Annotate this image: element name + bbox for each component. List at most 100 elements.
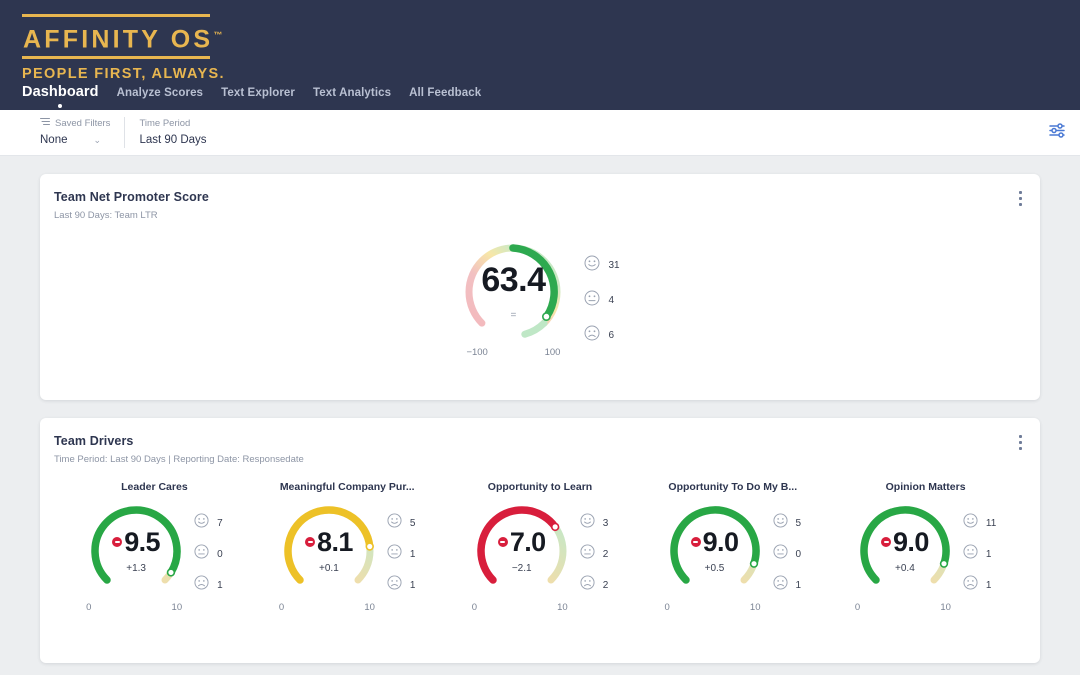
main-nav: Dashboard Analyze Scores Text Explorer T… (22, 84, 481, 108)
smile-face-icon (772, 513, 788, 533)
team-drivers-card: Team Drivers Time Period: Last 90 Days |… (40, 418, 1040, 663)
chevron-down-icon[interactable]: ⌄ (94, 132, 102, 148)
driver-sentiment-list: 11 1 1 (963, 501, 996, 595)
driver-scale-holder: 0 10 (279, 601, 379, 613)
driver-sentiment-row-2: 2 (580, 575, 609, 595)
nav-item-all-feedback-label: All Feedback (409, 87, 482, 99)
team-drivers-subtitle: Time Period: Last 90 Days | Reporting Da… (54, 454, 304, 465)
driver-gauge: 9.0 +0.4 (855, 501, 955, 601)
driver-scale-min: 0 (86, 602, 92, 613)
nps-gauge: 63.4 = (460, 239, 566, 345)
driver-sentiment-count: 7 (217, 517, 223, 529)
driver-sentiment-row-1: 2 (580, 544, 608, 564)
saved-filters-control[interactable]: Saved Filters None ⌄ (40, 117, 126, 148)
sentiment-count-neutral: 4 (608, 295, 614, 306)
smile-face-icon (584, 255, 600, 276)
driver-card-4[interactable]: Opinion Matters 9.0 +0.4 0 10 11 1 1 (829, 481, 1022, 613)
driver-sentiment-row-1: 0 (772, 544, 801, 564)
driver-sentiment-count: 0 (217, 548, 223, 560)
driver-scale-max: 10 (557, 602, 568, 613)
driver-gauge-block: 9.0 +0.4 0 10 (855, 501, 955, 613)
smile-face-icon (194, 513, 209, 533)
sliders-icon[interactable] (1048, 122, 1066, 143)
driver-title: Opportunity To Do My B... (668, 481, 798, 493)
driver-title: Meaningful Company Pur... (279, 481, 415, 493)
driver-sentiment-count: 1 (985, 548, 992, 560)
time-period-label-row: Time Period (139, 117, 206, 130)
nav-item-dashboard[interactable]: Dashboard (22, 84, 99, 108)
team-nps-title: Team Net Promoter Score (54, 190, 209, 204)
drivers-grid: Leader Cares 9.5 +1.3 0 10 7 0 1 Meaning… (40, 465, 1040, 613)
driver-gauge-svg (284, 506, 374, 584)
driver-scale-max: 10 (364, 602, 375, 613)
kebab-menu-icon[interactable] (1012, 432, 1028, 452)
driver-gauge-block: 9.0 +0.5 0 10 (665, 501, 765, 613)
driver-sentiment-row-2: 1 (772, 575, 802, 595)
driver-gauge: 9.0 +0.5 (665, 501, 765, 601)
trademark-symbol: ™ (213, 30, 223, 40)
driver-sentiment-count: 1 (409, 548, 416, 560)
driver-gauge: 9.5 +1.3 (86, 501, 186, 601)
driver-card-1[interactable]: Meaningful Company Pur... 8.1 +0.1 0 10 … (251, 481, 444, 613)
nps-sentiment-list: 31 4 6 (566, 239, 620, 346)
team-nps-card: Team Net Promoter Score Last 90 Days: Te… (40, 174, 1040, 400)
driver-scale-holder: 0 10 (855, 601, 955, 613)
driver-sentiment-count: 5 (409, 517, 416, 529)
time-period-label: Time Period (139, 118, 191, 129)
driver-scale-min: 0 (471, 602, 477, 613)
nps-gauge-block: 63.4 = −100 100 (460, 239, 566, 358)
driver-sentiment-row-1: 0 (194, 544, 223, 564)
sentiment-row-positive: 31 (584, 255, 620, 276)
time-period-control[interactable]: Time Period Last 90 Days (139, 117, 220, 148)
driver-gauge-block: 9.5 +1.3 0 10 (86, 501, 186, 613)
nav-item-dashboard-label: Dashboard (22, 84, 99, 100)
smile-face-icon (387, 513, 402, 533)
driver-scale: 0 10 (472, 602, 568, 613)
neutral-face-icon (963, 544, 978, 564)
driver-title: Opinion Matters (885, 481, 966, 493)
nav-item-analyze-scores[interactable]: Analyze Scores (117, 87, 203, 99)
nav-item-text-explorer[interactable]: Text Explorer (221, 87, 295, 99)
sentiment-count-negative: 6 (608, 330, 614, 341)
driver-sentiment-count: 2 (602, 579, 609, 591)
driver-card-2[interactable]: Opportunity to Learn 7.0 −2.1 0 10 3 2 2 (444, 481, 637, 613)
nav-item-all-feedback[interactable]: All Feedback (409, 87, 481, 99)
nps-scale-max: 100 (544, 347, 561, 358)
app-header: AFFINITY OS™ PEOPLE FIRST, ALWAYS. Dashb… (0, 0, 1080, 110)
driver-sentiment-row-0: 5 (772, 513, 801, 533)
neutral-face-icon (387, 544, 402, 564)
nav-item-analyze-scores-label: Analyze Scores (116, 87, 204, 99)
driver-scale-holder: 0 10 (472, 601, 572, 613)
frown-face-icon (584, 325, 600, 346)
driver-sentiment-list: 7 0 1 (194, 501, 223, 595)
neutral-face-icon (194, 544, 209, 564)
driver-scale-max: 10 (749, 602, 761, 613)
driver-sentiment-row-1: 1 (963, 544, 996, 564)
nps-scale-min: −100 (466, 347, 488, 358)
kebab-menu-icon[interactable] (1012, 188, 1028, 208)
saved-filters-label: Saved Filters (55, 118, 111, 129)
brand-logo: AFFINITY OS™ PEOPLE FIRST, ALWAYS. (22, 0, 1080, 82)
driver-sentiment-list: 5 0 1 (772, 501, 802, 595)
neutral-face-icon (580, 544, 595, 564)
smile-face-icon (580, 513, 595, 533)
driver-scale-max: 10 (171, 602, 183, 613)
driver-gauge-block: 8.1 +0.1 0 10 (279, 501, 379, 613)
sentiment-row-negative: 6 (584, 325, 619, 346)
driver-scale-min: 0 (278, 602, 285, 613)
brand-name-text: AFFINITY OS (23, 25, 214, 54)
driver-body: 9.0 +0.4 0 10 11 1 1 (855, 501, 996, 613)
time-period-value: Last 90 Days (139, 134, 207, 146)
frown-face-icon (963, 575, 978, 595)
frown-face-icon (580, 575, 595, 595)
nav-item-text-analytics[interactable]: Text Analytics (313, 87, 391, 99)
driver-sentiment-count: 1 (795, 579, 802, 591)
neutral-face-icon (584, 290, 600, 311)
driver-card-3[interactable]: Opportunity To Do My B... 9.0 +0.5 0 10 … (636, 481, 829, 613)
driver-gauge-svg (669, 506, 760, 584)
sentiment-row-neutral: 4 (584, 290, 619, 311)
driver-sentiment-row-0: 5 (387, 513, 416, 533)
driver-gauge-svg (91, 506, 181, 584)
driver-sentiment-count: 1 (217, 579, 223, 591)
driver-card-0[interactable]: Leader Cares 9.5 +1.3 0 10 7 0 1 (58, 481, 251, 613)
